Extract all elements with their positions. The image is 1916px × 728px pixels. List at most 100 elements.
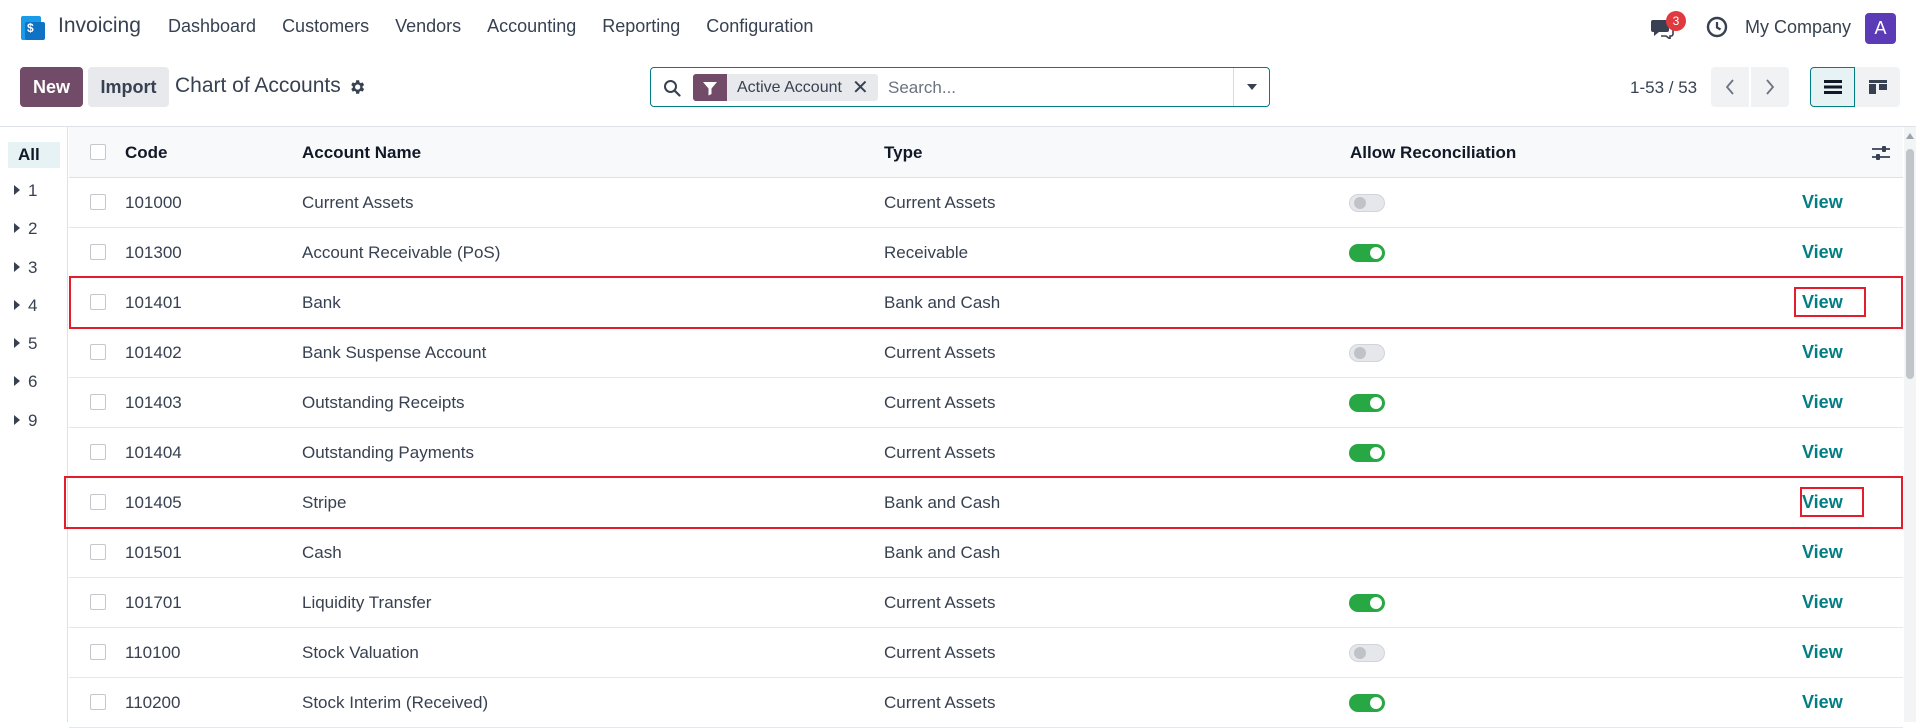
company-switcher[interactable]: My Company <box>1745 17 1851 38</box>
view-account-link[interactable]: View <box>1802 542 1843 563</box>
account-code: 101300 <box>125 243 182 262</box>
list-view-button[interactable] <box>1810 67 1855 107</box>
scroll-up-arrow-icon[interactable] <box>1906 133 1914 139</box>
caret-right-icon <box>14 338 20 348</box>
row-checkbox[interactable] <box>90 244 106 260</box>
side-item-group[interactable]: 6 <box>14 372 37 392</box>
row-checkbox[interactable] <box>90 394 106 410</box>
side-item-group[interactable]: 5 <box>14 334 37 354</box>
select-all-checkbox[interactable] <box>90 144 106 160</box>
table-row[interactable]: 101501 Cash Bank and Cash View <box>69 528 1903 578</box>
table-row[interactable]: 101300 Account Receivable (PoS) Receivable… <box>69 228 1903 278</box>
allow-reconciliation-toggle[interactable] <box>1349 694 1385 712</box>
list-view-icon <box>1823 80 1842 94</box>
gear-icon[interactable] <box>348 78 366 96</box>
import-button[interactable]: Import <box>88 67 169 107</box>
table-row[interactable]: 101404 Outstanding Payments Current Assets… <box>69 428 1903 478</box>
menu-customers[interactable]: Customers <box>282 16 369 37</box>
highlight-view-link-outline <box>1800 487 1864 517</box>
row-checkbox[interactable] <box>90 694 106 710</box>
side-item-group[interactable]: 3 <box>14 258 37 278</box>
allow-reconciliation-toggle[interactable] <box>1349 394 1385 412</box>
menu-configuration[interactable]: Configuration <box>706 16 813 37</box>
table-row[interactable]: 101701 Liquidity Transfer Current Assets Vi… <box>69 578 1903 628</box>
row-checkbox[interactable] <box>90 544 106 560</box>
allow-reconciliation-toggle[interactable] <box>1349 194 1385 212</box>
menu-reporting[interactable]: Reporting <box>602 16 680 37</box>
column-header-account-name[interactable]: Account Name <box>302 143 421 163</box>
side-item-group[interactable]: 4 <box>14 296 37 316</box>
account-name: Outstanding Payments <box>302 443 474 462</box>
clock-icon[interactable] <box>1706 16 1728 38</box>
column-header-type[interactable]: Type <box>884 143 922 163</box>
side-item-group[interactable]: 9 <box>14 411 37 431</box>
table-row[interactable]: 110200 Stock Interim (Received) Current As… <box>69 678 1903 728</box>
pager-previous-button[interactable] <box>1711 67 1749 107</box>
table-row[interactable]: 101000 Current Assets Current Assets View <box>69 178 1903 228</box>
view-account-link[interactable]: View <box>1802 442 1843 463</box>
kanban-view-button[interactable] <box>1855 67 1900 107</box>
row-checkbox[interactable] <box>90 194 106 210</box>
table-row[interactable]: 101403 Outstanding Receipts Current Assets… <box>69 378 1903 428</box>
allow-reconciliation-toggle[interactable] <box>1349 644 1385 662</box>
highlight-row-outline <box>69 276 1903 329</box>
pager-value[interactable]: 1-53 / 53 <box>1630 78 1697 98</box>
account-code: 101404 <box>125 443 182 462</box>
view-account-link[interactable]: View <box>1802 392 1843 413</box>
allow-reconciliation-toggle[interactable] <box>1349 344 1385 362</box>
main-menu: Dashboard Customers Vendors Accounting R… <box>168 16 839 37</box>
search-input[interactable] <box>888 76 1228 100</box>
filter-tag <box>693 74 727 101</box>
row-checkbox[interactable] <box>90 594 106 610</box>
view-account-link[interactable]: View <box>1802 592 1843 613</box>
allow-reconciliation-toggle[interactable] <box>1349 244 1385 262</box>
table-scrollbar[interactable] <box>1904 127 1916 722</box>
view-account-link[interactable]: View <box>1802 642 1843 663</box>
allow-reconciliation-toggle[interactable] <box>1349 444 1385 462</box>
account-type: Current Assets <box>884 193 996 212</box>
table-row[interactable]: 110100 Stock Valuation Current Assets View <box>69 628 1903 678</box>
account-name: Liquidity Transfer <box>302 593 432 612</box>
remove-filter-icon[interactable]: ✕ <box>852 75 878 100</box>
toggle-knob <box>1370 697 1382 709</box>
caret-right-icon <box>14 185 20 195</box>
account-type: Current Assets <box>884 343 996 362</box>
row-checkbox[interactable] <box>90 344 106 360</box>
account-code: 101701 <box>125 593 182 612</box>
optional-columns-icon[interactable] <box>1871 144 1891 162</box>
column-header-allow-reconciliation[interactable]: Allow Reconciliation <box>1350 143 1516 163</box>
top-navbar: $ Invoicing Dashboard Customers Vendors … <box>0 0 1916 56</box>
menu-vendors[interactable]: Vendors <box>395 16 461 37</box>
side-item-group[interactable]: 1 <box>14 181 37 201</box>
svg-text:$: $ <box>27 21 34 35</box>
allow-reconciliation-toggle[interactable] <box>1349 594 1385 612</box>
side-item-group[interactable]: 2 <box>14 219 37 239</box>
account-type: Current Assets <box>884 393 996 412</box>
row-checkbox[interactable] <box>90 444 106 460</box>
view-account-link[interactable]: View <box>1802 242 1843 263</box>
view-account-link[interactable]: View <box>1802 342 1843 363</box>
caret-down-icon <box>1246 84 1257 90</box>
side-item-all[interactable]: All <box>8 142 60 168</box>
column-header-code[interactable]: Code <box>125 143 168 163</box>
new-button[interactable]: New <box>20 67 83 107</box>
caret-right-icon <box>14 262 20 272</box>
table-row[interactable]: 101402 Bank Suspense Account Current Asset… <box>69 328 1903 378</box>
menu-accounting[interactable]: Accounting <box>487 16 576 37</box>
view-account-link[interactable]: View <box>1802 192 1843 213</box>
pager-next-button[interactable] <box>1751 67 1789 107</box>
filter-facet: Active Account ✕ <box>693 74 878 101</box>
scrollbar-thumb[interactable] <box>1906 149 1914 379</box>
account-type: Bank and Cash <box>884 543 1001 562</box>
user-avatar[interactable]: A <box>1865 13 1896 44</box>
app-name[interactable]: Invoicing <box>58 14 141 38</box>
menu-dashboard[interactable]: Dashboard <box>168 16 256 37</box>
invoicing-app-icon[interactable]: $ <box>18 14 46 42</box>
row-checkbox[interactable] <box>90 644 106 660</box>
search-icon[interactable] <box>663 79 681 97</box>
search-options-toggle[interactable] <box>1233 68 1269 106</box>
toggle-knob <box>1354 347 1366 359</box>
account-name: Stock Valuation <box>302 643 419 662</box>
page-title[interactable]: Chart of Accounts <box>175 74 341 98</box>
view-account-link[interactable]: View <box>1802 692 1843 713</box>
